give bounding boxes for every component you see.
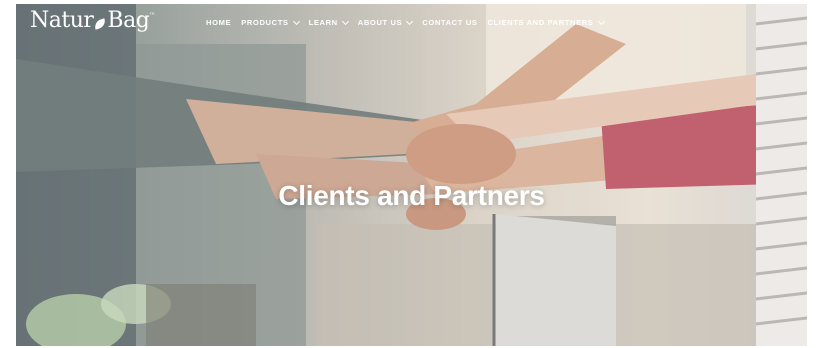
nav-item-home[interactable]: HOME xyxy=(206,18,231,27)
nav-item-contact-us[interactable]: CONTACT US xyxy=(422,18,477,27)
logo-text-left: Natur xyxy=(30,8,94,33)
nav-item-products[interactable]: PRODUCTS xyxy=(241,17,300,27)
navbar: Natur Bag ™ HOME PRODUCTS LEARN ABOUT US… xyxy=(16,4,807,48)
chevron-down-icon xyxy=(292,17,300,25)
page-title: Clients and Partners xyxy=(278,180,545,211)
nav-item-clients-and-partners[interactable]: CLIENTS AND PARTNERS xyxy=(487,17,605,27)
nav-item-label: ABOUT US xyxy=(357,18,403,27)
nav-item-label: HOME xyxy=(206,18,232,27)
main-nav: HOME PRODUCTS LEARN ABOUT US CONTACT US xyxy=(206,17,605,27)
chevron-down-icon xyxy=(597,17,605,25)
chevron-down-icon xyxy=(406,17,414,25)
hero-banner: Natur Bag ™ HOME PRODUCTS LEARN ABOUT US… xyxy=(16,4,807,346)
nav-item-label: CONTACT US xyxy=(422,18,478,27)
logo-text-right: Bag xyxy=(107,8,150,33)
trademark-mark: ™ xyxy=(149,12,155,19)
page: Natur Bag ™ HOME PRODUCTS LEARN ABOUT US… xyxy=(0,0,823,348)
naturbag-logo[interactable]: Natur Bag ™ xyxy=(30,8,155,44)
nav-item-about-us[interactable]: ABOUT US xyxy=(357,17,414,27)
nav-item-label: PRODUCTS xyxy=(241,18,289,27)
nav-item-label: LEARN xyxy=(308,18,338,27)
leaf-icon xyxy=(93,18,108,30)
hero-overlay xyxy=(16,4,807,346)
nav-item-label: CLIENTS AND PARTNERS xyxy=(487,18,594,27)
chevron-down-icon xyxy=(341,17,349,25)
nav-item-learn[interactable]: LEARN xyxy=(308,17,349,27)
